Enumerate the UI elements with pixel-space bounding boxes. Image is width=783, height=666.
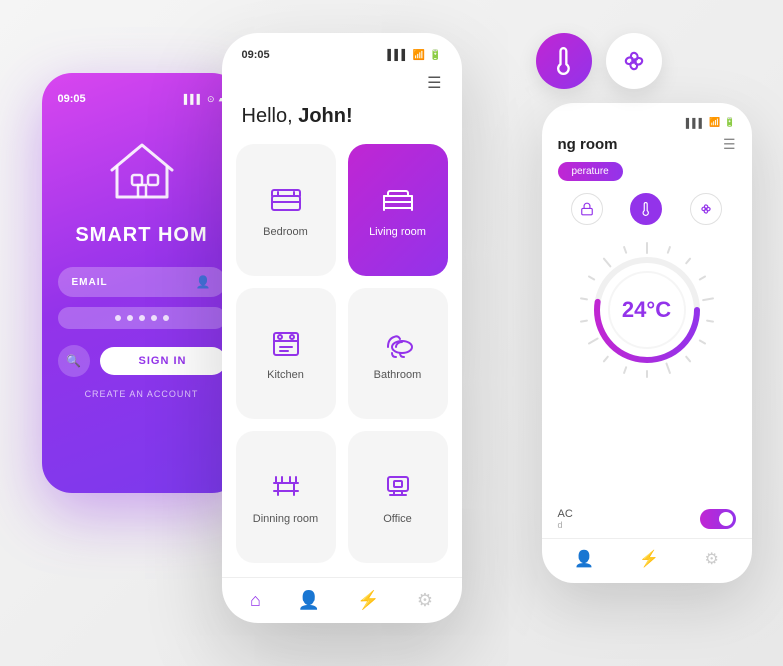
living-room-label: Living room (369, 226, 426, 238)
center-status-icons: ▌▌▌ 📶 🔋 (387, 50, 441, 61)
right-nav-person[interactable]: 👤 (574, 549, 594, 569)
room-card-living-room[interactable]: Living room (348, 144, 448, 276)
center-navbar: ⌂ 👤 ⚡ ⚙ (222, 577, 462, 623)
nav-bolt-icon[interactable]: ⚡ (357, 590, 379, 611)
user-icon: 👤 (196, 275, 212, 289)
center-phone: 09:05 ▌▌▌ 📶 🔋 ☰ Hello, John! (222, 33, 462, 623)
bathroom-label: Bathroom (374, 369, 422, 381)
right-wifi: 📶 (709, 117, 720, 128)
right-room-title: ng room (558, 136, 618, 153)
wifi-icon: ⊙ (207, 94, 215, 105)
temperature-tab[interactable]: perature (558, 162, 623, 181)
right-nav-settings[interactable]: ⚙ (705, 549, 719, 569)
lock-icon[interactable] (571, 193, 603, 225)
ac-label: AC (558, 508, 573, 520)
dot3 (139, 315, 145, 321)
floating-thermometer-icon[interactable] (536, 33, 592, 89)
dot4 (151, 315, 157, 321)
app-scene: 09:05 ▌▌▌ ⊙ ▰ SMART HOM EMAIL 👤 (12, 13, 772, 653)
right-nav-bolt[interactable]: ⚡ (639, 549, 659, 569)
office-label: Office (383, 513, 412, 525)
create-account-link[interactable]: CREATE AN ACCOUNT (85, 389, 199, 399)
right-status-bar: ▌▌▌ 📶 🔋 (558, 117, 736, 128)
control-icons (558, 193, 736, 225)
left-time: 09:05 (58, 93, 86, 105)
nav-person-icon[interactable]: 👤 (298, 590, 320, 611)
user-name: John! (298, 105, 352, 127)
center-time: 09:05 (242, 49, 270, 61)
center-status-bar: 09:05 ▌▌▌ 📶 🔋 (242, 49, 442, 61)
battery-icon: 🔋 (429, 50, 441, 61)
thermostat-dial[interactable]: 24°C (572, 235, 722, 385)
right-signal: ▌▌▌ (686, 118, 705, 128)
ac-sub: d (558, 520, 573, 530)
left-phone: 09:05 ▌▌▌ ⊙ ▰ SMART HOM EMAIL 👤 (42, 73, 242, 493)
room-card-office[interactable]: Office (348, 431, 448, 563)
temperature-display: 24°C (622, 297, 671, 323)
sign-in-section: 🔍 SIGN IN (58, 345, 226, 377)
center-top: 09:05 ▌▌▌ 📶 🔋 ☰ Hello, John! (222, 33, 462, 144)
sign-in-button[interactable]: SIGN IN (100, 347, 226, 375)
dot2 (127, 315, 133, 321)
right-top: ▌▌▌ 📶 🔋 ng room ☰ perature (542, 103, 752, 235)
floating-fan-icon[interactable] (606, 33, 662, 89)
right-menu-button[interactable]: ☰ (723, 136, 736, 153)
bedroom-label: Bedroom (263, 226, 308, 238)
wifi-icon: 📶 (413, 50, 425, 61)
email-label: EMAIL (72, 277, 108, 288)
email-field[interactable]: EMAIL 👤 (58, 267, 226, 297)
nav-home-icon[interactable]: ⌂ (250, 590, 261, 611)
nav-settings-icon[interactable]: ⚙ (417, 590, 433, 611)
room-card-bedroom[interactable]: Bedroom (236, 144, 336, 276)
dinning-room-label: Dinning room (253, 513, 318, 525)
house-icon (102, 135, 182, 210)
left-status-icons: ▌▌▌ ⊙ ▰ (184, 93, 226, 105)
right-battery: 🔋 (724, 117, 735, 128)
rooms-grid: Bedroom Living room (222, 144, 462, 577)
right-navbar: 👤 ⚡ ⚙ (542, 538, 752, 583)
right-phone: ▌▌▌ 📶 🔋 ng room ☰ perature (542, 103, 752, 583)
fan-icon[interactable] (690, 193, 722, 225)
temperature-value: 24°C (622, 297, 671, 323)
ac-info: AC d (558, 508, 573, 530)
signal-icon: ▌▌▌ (184, 94, 203, 104)
brand-name: SMART HOM (75, 224, 207, 247)
room-card-bathroom[interactable]: Bathroom (348, 288, 448, 420)
thermostat-container: 24°C (542, 235, 752, 492)
search-icon[interactable]: 🔍 (58, 345, 90, 377)
thermo-icon[interactable] (630, 193, 662, 225)
ac-toggle[interactable] (700, 509, 736, 529)
menu-button[interactable]: ☰ (242, 73, 442, 93)
password-field[interactable] (58, 307, 226, 329)
kitchen-label: Kitchen (267, 369, 304, 381)
room-card-dinning-room[interactable]: Dinning room (236, 431, 336, 563)
dot5 (163, 315, 169, 321)
greeting-text: Hello, John! (242, 105, 442, 128)
signal-icon: ▌▌▌ (387, 50, 408, 61)
room-card-kitchen[interactable]: Kitchen (236, 288, 336, 420)
left-status-bar: 09:05 ▌▌▌ ⊙ ▰ (58, 93, 226, 105)
dot1 (115, 315, 121, 321)
ac-section: AC d (542, 500, 752, 538)
